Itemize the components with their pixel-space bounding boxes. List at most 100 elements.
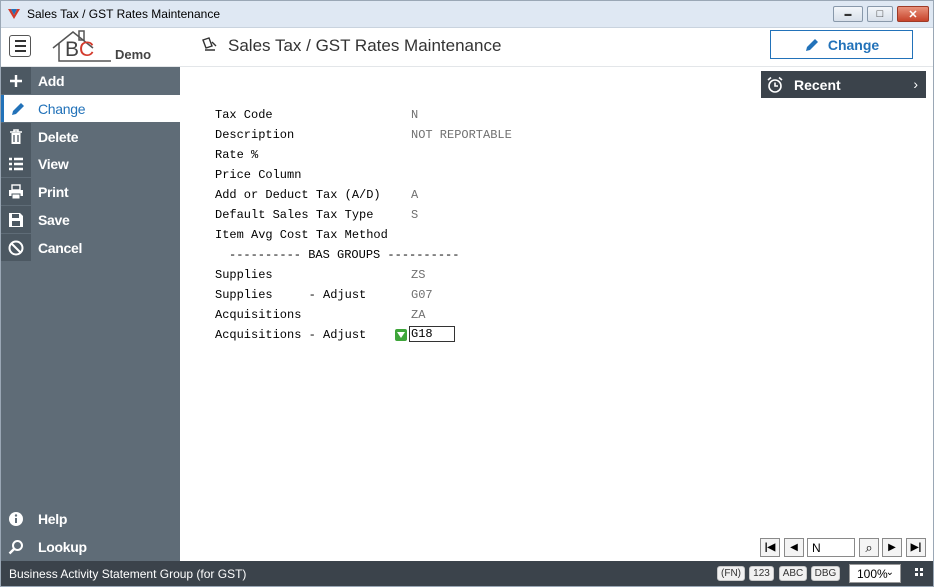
field-price-column: Price Column bbox=[215, 166, 715, 186]
recent-button[interactable]: Recent › bbox=[761, 71, 926, 98]
maximize-icon: □ bbox=[876, 8, 884, 20]
close-button[interactable]: ✕ bbox=[897, 6, 929, 22]
floppy-icon bbox=[9, 212, 23, 227]
title-bar: Sales Tax / GST Rates Maintenance ▬ □ ✕ bbox=[1, 1, 933, 28]
field-label: Price Column bbox=[215, 168, 302, 182]
sidebar-item-view[interactable]: View bbox=[1, 150, 180, 177]
alarm-clock-icon bbox=[767, 76, 783, 93]
bas-groups-header: ---------- BAS GROUPS ---------- bbox=[229, 248, 460, 262]
chevron-right-icon: ▶ bbox=[888, 542, 896, 553]
chevron-down-icon: ⌄ bbox=[885, 567, 894, 578]
minimize-button[interactable]: ▬ bbox=[833, 6, 863, 22]
field-acquisitions-adjust: Acquisitions - Adjust bbox=[215, 326, 715, 346]
trash-icon bbox=[10, 128, 22, 144]
field-value: G07 bbox=[411, 288, 433, 302]
sidebar-item-print[interactable]: Print bbox=[1, 178, 180, 205]
next-record-button[interactable]: ▶ bbox=[882, 538, 902, 557]
lookup-dropdown-icon[interactable] bbox=[395, 329, 407, 341]
sidebar-item-change[interactable]: Change bbox=[1, 95, 180, 122]
app-header: BC Demo Sales Tax / GST Rates Maintenanc… bbox=[1, 28, 933, 67]
field-supplies-adjust: Supplies - Adjust G07 bbox=[215, 286, 715, 306]
field-label: Default Sales Tax Type bbox=[215, 208, 374, 222]
last-record-button[interactable]: ▶| bbox=[906, 538, 926, 557]
field-value: N bbox=[411, 108, 419, 122]
printer-icon bbox=[9, 183, 23, 199]
sidebar-item-label: Cancel bbox=[38, 239, 83, 256]
sidebar-item-save[interactable]: Save bbox=[1, 206, 180, 233]
app-window: Sales Tax / GST Rates Maintenance ▬ □ ✕ … bbox=[0, 0, 934, 587]
caps-indicator[interactable]: ABC bbox=[779, 566, 807, 581]
change-button[interactable]: Change bbox=[770, 30, 913, 59]
page-title: Sales Tax / GST Rates Maintenance bbox=[228, 36, 502, 55]
sidebar-item-add[interactable]: Add bbox=[1, 67, 180, 94]
field-rate: Rate % bbox=[215, 146, 715, 166]
field-value: A bbox=[411, 188, 419, 202]
search-icon: ⌕ bbox=[865, 539, 873, 555]
previous-record-button[interactable]: ◀ bbox=[784, 538, 804, 557]
change-button-label: Change bbox=[827, 36, 880, 53]
minimize-icon: ▬ bbox=[844, 10, 852, 18]
pencil-icon bbox=[805, 38, 818, 51]
field-avg-cost-method: Item Avg Cost Tax Method bbox=[215, 226, 715, 246]
field-acquisitions: Acquisitions ZA bbox=[215, 306, 715, 326]
sidebar-item-label: View bbox=[38, 155, 69, 172]
search-icon bbox=[8, 539, 23, 554]
field-value: ZA bbox=[411, 308, 426, 322]
zoom-select[interactable]: 100% ⌄ bbox=[849, 564, 901, 583]
sidebar-item-delete[interactable]: Delete bbox=[1, 123, 180, 150]
edit-field-wrap bbox=[395, 326, 475, 344]
sidebar-item-lookup[interactable]: Lookup bbox=[1, 533, 180, 560]
field-value: NOT REPORTABLE bbox=[411, 128, 512, 142]
zoom-value: 100% bbox=[857, 566, 888, 581]
field-label: Tax Code bbox=[215, 108, 273, 122]
pencil-icon bbox=[11, 102, 24, 115]
sidebar-item-label: Lookup bbox=[38, 538, 87, 555]
chevron-right-icon: › bbox=[913, 76, 918, 92]
status-text: Business Activity Statement Group (for G… bbox=[9, 567, 247, 581]
field-label: Rate % bbox=[215, 148, 259, 162]
field-default-tax-type: Default Sales Tax Type S bbox=[215, 206, 715, 226]
recent-label: Recent bbox=[794, 76, 841, 93]
menu-toggle-button[interactable] bbox=[9, 35, 31, 57]
sidebar-item-label: Print bbox=[38, 183, 69, 200]
first-record-button[interactable]: |◀ bbox=[760, 538, 780, 557]
debug-indicator[interactable]: DBG bbox=[811, 566, 840, 581]
record-key-input[interactable] bbox=[807, 538, 855, 557]
list-icon bbox=[9, 157, 23, 170]
field-label: Supplies bbox=[215, 268, 273, 282]
field-label: Supplies - Adjust bbox=[215, 288, 367, 302]
plus-icon bbox=[10, 74, 22, 87]
acquisitions-adjust-input[interactable] bbox=[409, 326, 455, 342]
sidebar-item-label: Change bbox=[38, 100, 86, 117]
edit-document-icon bbox=[202, 37, 217, 51]
field-label: Acquisitions bbox=[215, 308, 302, 322]
close-icon: ✕ bbox=[908, 8, 918, 21]
field-add-deduct: Add or Deduct Tax (A/D) A bbox=[215, 186, 715, 206]
logo-text: BC bbox=[65, 38, 95, 61]
logo-demo-label: Demo bbox=[115, 47, 152, 62]
num-lock-indicator[interactable]: 123 bbox=[749, 566, 774, 581]
field-description: Description NOT REPORTABLE bbox=[215, 126, 715, 146]
first-record-icon: |◀ bbox=[764, 542, 776, 553]
sidebar-item-label: Delete bbox=[38, 128, 79, 145]
sidebar-item-help[interactable]: Help bbox=[1, 505, 180, 532]
field-tax-code: Tax Code N bbox=[215, 106, 715, 126]
field-label: Item Avg Cost Tax Method bbox=[215, 228, 388, 242]
field-value: S bbox=[411, 208, 419, 222]
app-logo-icon bbox=[8, 9, 20, 19]
last-record-icon: ▶| bbox=[910, 542, 922, 553]
info-icon bbox=[9, 511, 23, 526]
fn-indicator[interactable]: (FN) bbox=[717, 566, 745, 581]
hamburger-icon bbox=[14, 40, 26, 42]
maximize-button[interactable]: □ bbox=[867, 6, 893, 22]
field-label: Add or Deduct Tax (A/D) bbox=[215, 188, 381, 202]
record-search-button[interactable]: ⌕ bbox=[859, 538, 879, 557]
sidebar-item-label: Help bbox=[38, 510, 68, 527]
resize-grip-icon[interactable] bbox=[915, 568, 923, 576]
field-value: ZS bbox=[411, 268, 426, 282]
sidebar-item-label: Save bbox=[38, 211, 70, 228]
sidebar-item-label: Add bbox=[38, 72, 65, 89]
chevron-left-icon: ◀ bbox=[790, 542, 798, 553]
cancel-icon bbox=[8, 240, 24, 255]
sidebar-item-cancel[interactable]: Cancel bbox=[1, 234, 180, 261]
